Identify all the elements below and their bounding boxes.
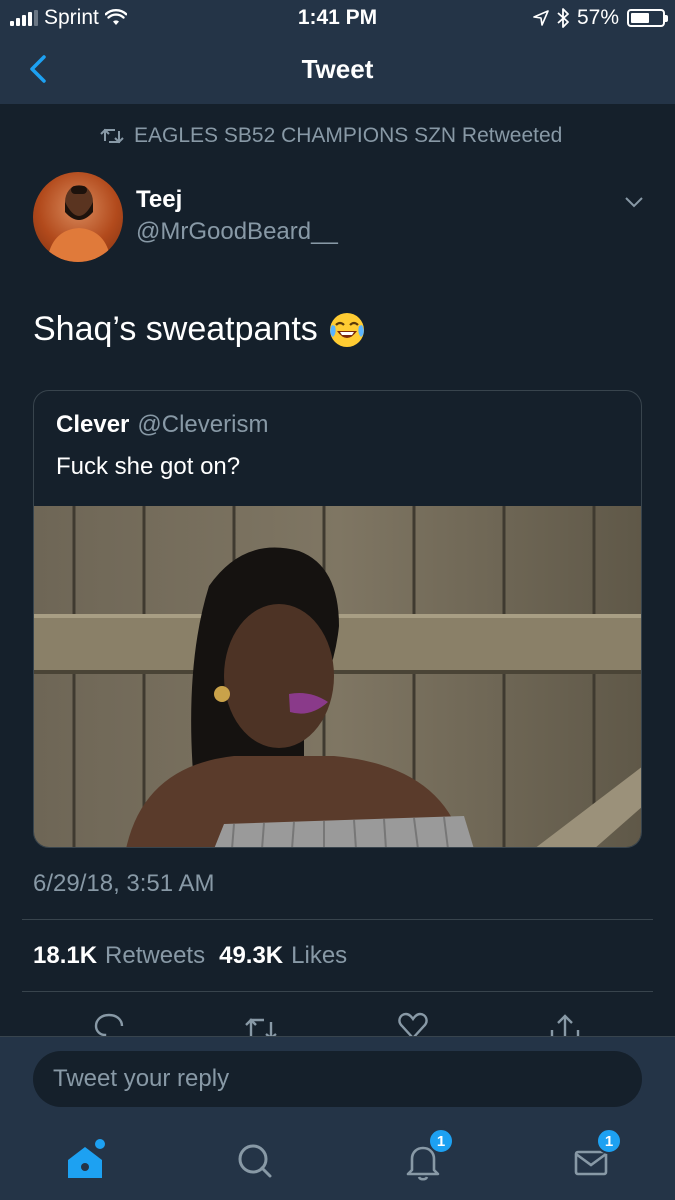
retweets-label: Retweets	[105, 942, 206, 969]
author-name[interactable]: Teej	[136, 186, 182, 214]
tab-messages[interactable]: 1	[568, 1128, 622, 1184]
reply-input[interactable]	[33, 1051, 642, 1107]
retweeted-by[interactable]: EAGLES SB52 CHAMPIONS SZN Retweeted	[100, 124, 562, 148]
like-icon[interactable]	[396, 1012, 430, 1038]
notifications-badge: 1	[428, 1128, 454, 1154]
tab-search[interactable]	[232, 1138, 278, 1184]
quoted-author-name: Clever	[56, 411, 130, 438]
retweeted-by-label: EAGLES SB52 CHAMPIONS SZN Retweeted	[134, 124, 563, 147]
avatar-photo	[47, 185, 111, 262]
quoted-tweet[interactable]: Clever @Cleverism Fuck she got on?	[33, 390, 642, 848]
tweet-body: Shaq’s sweatpants	[33, 310, 318, 348]
retweet-icon	[100, 128, 124, 144]
tab-notifications[interactable]: 1	[400, 1128, 454, 1184]
divider	[22, 991, 653, 992]
chevron-down-icon[interactable]	[624, 194, 644, 210]
battery-percent: 57%	[576, 6, 619, 29]
face-with-tears-of-joy-icon	[329, 312, 364, 347]
bluetooth-icon	[557, 8, 569, 28]
page-title: Tweet	[301, 54, 374, 84]
retweet-icon[interactable]	[244, 1012, 278, 1038]
avatar[interactable]	[33, 172, 123, 262]
search-icon	[238, 1144, 272, 1178]
tab-bar: 1 1	[0, 1120, 675, 1200]
reply-bar	[0, 1036, 675, 1120]
quoted-media-image[interactable]	[34, 506, 642, 848]
tweet-timestamp: 6/29/18, 3:51 AM	[33, 870, 215, 897]
quoted-text: Fuck she got on?	[56, 453, 241, 480]
reply-icon[interactable]	[92, 1012, 126, 1038]
retweets-stat[interactable]: 18.1K Retweets	[33, 942, 205, 970]
nav-header: Tweet	[0, 36, 675, 104]
tweet-stats: 18.1K Retweets 49.3K Likes	[33, 942, 347, 970]
battery-icon	[627, 9, 668, 27]
likes-count: 49.3K	[219, 942, 284, 969]
author-handle[interactable]: @MrGoodBeard__	[136, 218, 338, 246]
status-bar: Sprint 1:41 PM 57%	[0, 0, 675, 36]
likes-label: Likes	[291, 942, 348, 969]
tweet-text: Shaq’s sweatpants	[33, 310, 366, 349]
home-icon	[68, 1139, 105, 1178]
likes-stat[interactable]: 49.3K Likes	[219, 942, 347, 970]
location-icon	[533, 10, 549, 26]
retweets-count: 18.1K	[33, 942, 98, 969]
status-right: 57%	[533, 6, 668, 30]
tab-home[interactable]	[62, 1138, 108, 1184]
quoted-author-handle: @Cleverism	[137, 411, 269, 438]
messages-badge: 1	[596, 1128, 622, 1154]
quoted-author: Clever @Cleverism	[56, 411, 268, 439]
share-icon[interactable]	[548, 1012, 582, 1038]
divider	[22, 919, 653, 920]
